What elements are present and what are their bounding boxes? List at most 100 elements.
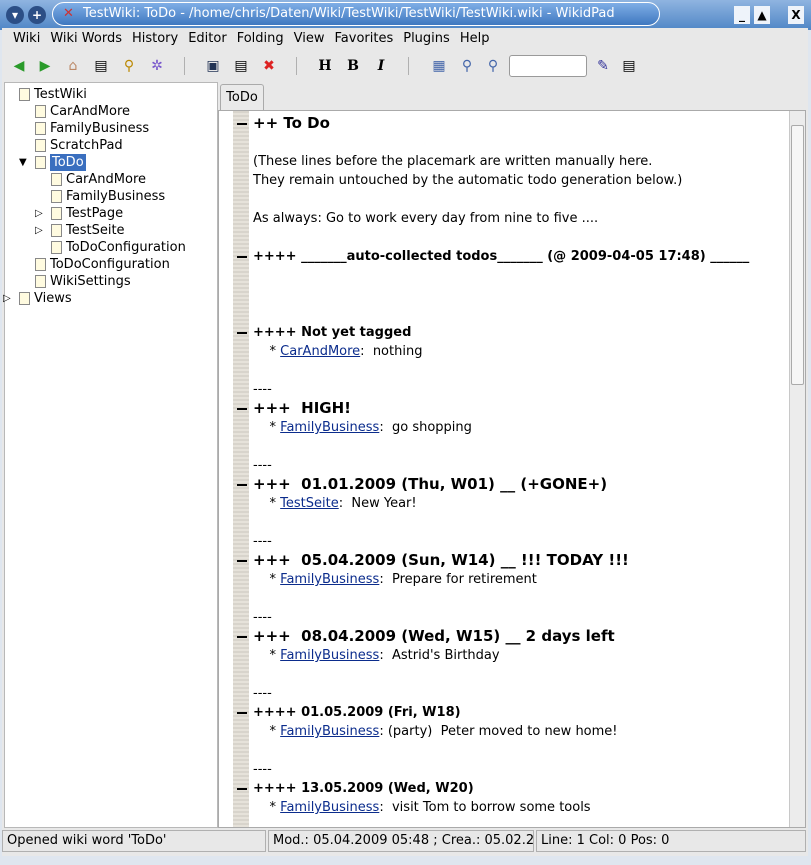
line-text: : nothing [360, 344, 423, 359]
expander-icon[interactable]: ▷ [35, 205, 43, 222]
wiki-link[interactable]: FamilyBusiness [280, 648, 379, 663]
tree-node-wikisettings[interactable]: WikiSettings [35, 273, 131, 290]
status-position: Line: 1 Col: 0 Pos: 0 [536, 830, 806, 852]
tree-node-testwiki[interactable]: TestWiki [19, 86, 87, 103]
wiki-link[interactable]: FamilyBusiness [280, 420, 379, 435]
text-line: They remain untouched by the automatic t… [237, 171, 787, 190]
wiki-link[interactable]: CarAndMore [280, 344, 360, 359]
tree-node-label: ToDoConfiguration [66, 240, 186, 255]
close-button[interactable]: X [788, 6, 804, 24]
window-title: ✕ TestWiki: ToDo - /home/chris/Daten/Wiki… [52, 2, 660, 26]
separator [296, 57, 297, 75]
menu-wiki[interactable]: Wiki [10, 28, 47, 50]
text-line [237, 266, 787, 285]
fold-marker-icon[interactable] [237, 123, 247, 125]
menu-favorites[interactable]: Favorites [332, 28, 401, 50]
menu-history[interactable]: History [129, 28, 185, 50]
delete-icon[interactable]: ✖ [260, 57, 278, 75]
line-text: ++++ Not yet tagged [253, 325, 412, 340]
menu-plugins[interactable]: Plugins [400, 28, 457, 50]
menu-bar: Wiki Wiki Words History Editor Folding View Fa… [2, 28, 808, 50]
fold-marker-icon[interactable] [237, 636, 247, 638]
home-icon[interactable]: ⌂ [64, 57, 82, 75]
heading-button[interactable]: H [316, 57, 334, 75]
tree-node-familybusiness[interactable]: FamilyBusiness [35, 120, 149, 137]
fold-marker-icon[interactable] [237, 484, 247, 486]
line-text: +++ HIGH! [253, 399, 351, 417]
tree-node-todoconfiguration[interactable]: ToDoConfiguration [35, 256, 170, 273]
sync-tree-icon[interactable]: ✲ [148, 57, 166, 75]
editor[interactable]: ++ To Do (These lines before the placemar… [218, 110, 806, 828]
menu-view[interactable]: View [291, 28, 332, 50]
todo-item: * CarAndMore: nothing [237, 342, 787, 361]
text-line [237, 513, 787, 532]
search-icon[interactable]: ⚲ [120, 57, 138, 75]
toolbar: ◀ ▶ ⌂ ▤ ⚲ ✲ ▣ ▤ ✖ H B I ▦ ⚲ ⚲ ✎ ▤ [2, 52, 808, 80]
italic-button[interactable]: I [372, 57, 390, 75]
text-line: ---- [237, 684, 787, 703]
scroll-thumb[interactable] [791, 125, 804, 385]
page-icon [51, 224, 62, 237]
fold-marker-icon[interactable] [237, 256, 247, 258]
sticky-button[interactable]: + [28, 6, 46, 24]
maximize-button[interactable]: ▲ [754, 6, 770, 24]
tree-node-testseite[interactable]: ▷ TestSeite [35, 222, 125, 239]
clipboard-icon[interactable]: ▤ [620, 57, 638, 75]
text-line [237, 133, 787, 152]
minimize-button[interactable]: _ [734, 6, 750, 24]
tree-node-views[interactable]: ▷ Views [3, 290, 72, 307]
tree-node-label: TestPage [66, 206, 124, 221]
editor-icon[interactable]: ▦ [430, 57, 448, 75]
page-icon[interactable]: ▤ [92, 57, 110, 75]
window-menu-button[interactable]: ▾ [6, 6, 24, 24]
vertical-scrollbar[interactable] [789, 111, 805, 827]
heading-line: ++ To Do [237, 114, 787, 133]
expander-icon[interactable]: ▷ [35, 222, 43, 239]
save-icon[interactable]: ▣ [204, 57, 222, 75]
title-bar[interactable]: ▾ + ✕ TestWiki: ToDo - /home/chris/Daten/… [0, 0, 811, 30]
tree-node-carandmore[interactable]: CarAndMore [35, 103, 130, 120]
tree-node-carandmore[interactable]: CarAndMore [51, 171, 146, 188]
wiki-link[interactable]: FamilyBusiness [280, 800, 379, 815]
wiki-link[interactable]: TestSeite [280, 496, 339, 511]
text-line [237, 589, 787, 608]
expander-icon[interactable]: ▷ [3, 290, 11, 307]
text-line: As always: Go to work every day from nin… [237, 209, 787, 228]
menu-help[interactable]: Help [457, 28, 497, 50]
menu-folding[interactable]: Folding [234, 28, 291, 50]
bullet: * [253, 420, 281, 435]
tree-node-label: ScratchPad [50, 138, 123, 153]
heading-line: ++++ 13.05.2009 (Wed, W20) [237, 779, 787, 798]
page-icon [19, 292, 30, 305]
tree-node-testpage[interactable]: ▷ TestPage [35, 205, 124, 222]
rename-icon[interactable]: ▤ [232, 57, 250, 75]
line-text: : visit Tom to borrow some tools [379, 800, 591, 815]
editor-text[interactable]: ++ To Do (These lines before the placemar… [237, 114, 787, 817]
tab-todo[interactable]: ToDo [220, 84, 264, 110]
menu-editor[interactable]: Editor [185, 28, 233, 50]
bold-button[interactable]: B [344, 57, 362, 75]
forward-icon[interactable]: ▶ [36, 57, 54, 75]
zoom-in-icon[interactable]: ⚲ [458, 57, 476, 75]
fold-marker-icon[interactable] [237, 560, 247, 562]
back-icon[interactable]: ◀ [10, 57, 28, 75]
tree-node-todoconfiguration[interactable]: ToDoConfiguration [51, 239, 186, 256]
fold-marker-icon[interactable] [237, 712, 247, 714]
quick-search-input[interactable] [509, 55, 587, 77]
menu-wiki-words[interactable]: Wiki Words [47, 28, 129, 50]
fold-marker-icon[interactable] [237, 332, 247, 334]
tree-node-familybusiness[interactable]: FamilyBusiness [51, 188, 165, 205]
fold-marker-icon[interactable] [237, 788, 247, 790]
pin-icon[interactable]: ✎ [594, 57, 612, 75]
wiki-link[interactable]: FamilyBusiness [280, 572, 379, 587]
text-line: (These lines before the placemark are wr… [237, 152, 787, 171]
wiki-tree[interactable]: TestWiki CarAndMore FamilyBusiness ScratchP… [3, 82, 218, 828]
expander-icon[interactable]: ▼ [19, 154, 27, 171]
wiki-link[interactable]: FamilyBusiness [280, 724, 379, 739]
heading-line: ++++ _______auto-collected todos_______ … [237, 247, 787, 266]
tree-node-todo[interactable]: ▼ ToDo [19, 154, 86, 171]
fold-marker-icon[interactable] [237, 408, 247, 410]
zoom-out-icon[interactable]: ⚲ [484, 57, 502, 75]
todo-item: * FamilyBusiness: go shopping [237, 418, 787, 437]
tree-node-scratchpad[interactable]: ScratchPad [35, 137, 123, 154]
